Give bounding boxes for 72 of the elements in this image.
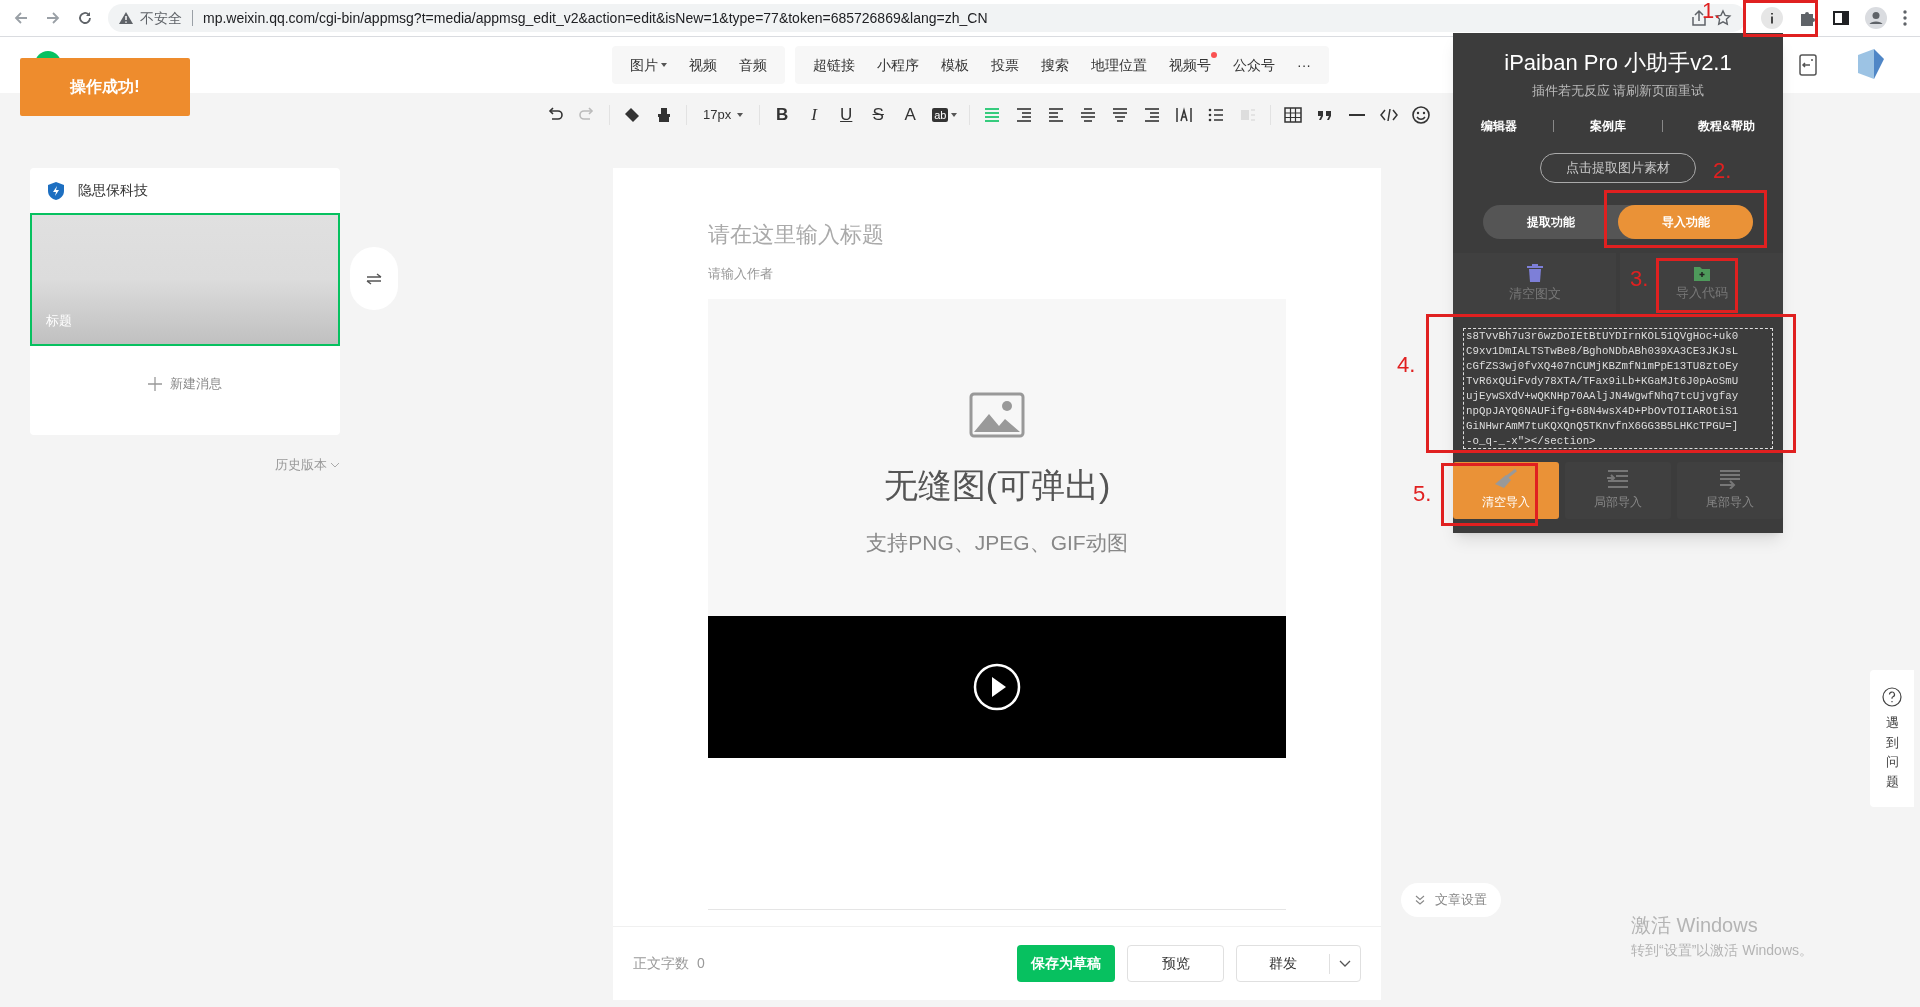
folder-icon <box>1693 265 1710 282</box>
annotation-label: 3. <box>1630 268 1649 290</box>
broom-icon <box>1494 469 1518 489</box>
chevron-down-icon <box>1339 960 1351 967</box>
word-count: 0 <box>697 954 705 973</box>
format-button[interactable]: A <box>900 102 921 128</box>
insert-menu-item[interactable]: 公众号 <box>1223 46 1285 84</box>
windows-activation-text: 转到“设置”以激活 Windows。 <box>1631 941 1813 960</box>
chevron-down-icon <box>330 461 340 468</box>
profile-icon[interactable] <box>1864 6 1888 30</box>
annotation-label: 2. <box>1713 160 1732 182</box>
word-count-label: 正文字数 <box>633 954 689 973</box>
help-tab[interactable]: 遇到问题 <box>1870 670 1914 807</box>
insert-menu-item[interactable]: 图片 <box>620 46 677 84</box>
url-text: mp.weixin.qq.com/cgi-bin/appmsg?t=media/appmsg_edit_v2&action=edit&isNew=1&type=77&token=685726869&lang=zh_CN <box>203 8 988 28</box>
reload-icon[interactable] <box>76 9 94 27</box>
sidebar-icon[interactable] <box>1832 9 1850 27</box>
help-icon <box>1882 687 1902 707</box>
insert-middle-icon <box>1606 469 1630 489</box>
format-button[interactable]: B <box>772 102 793 128</box>
insert-menu-item[interactable]: 超链接 <box>803 46 865 84</box>
account-logo-icon[interactable] <box>1856 47 1886 81</box>
format-button[interactable]: S <box>868 102 889 128</box>
plugin-subtitle: 插件若无反应 请刷新页面重试 <box>1530 82 1706 100</box>
trash-icon <box>1526 264 1543 283</box>
new-message-button[interactable]: 新建消息 <box>148 374 222 394</box>
table-icon[interactable] <box>1283 105 1304 125</box>
plus-icon <box>148 376 162 391</box>
success-toast: 操作成功! <box>20 58 190 116</box>
warning-icon <box>118 11 134 25</box>
insert-menu-item[interactable]: 视频 <box>679 46 727 84</box>
dropdown-icon <box>661 63 667 67</box>
shield-icon <box>48 181 64 200</box>
account-name: 隐思保科技 <box>78 181 148 200</box>
emoji-icon[interactable] <box>1411 105 1432 125</box>
annotation-label: 5. <box>1413 483 1432 505</box>
format-button[interactable]: I <box>804 102 825 128</box>
dropdown-icon <box>951 113 958 117</box>
plugin-tab[interactable]: 教程&帮助 <box>1698 116 1756 135</box>
insert-end-icon <box>1718 469 1742 489</box>
annotation-label: 4. <box>1397 354 1416 376</box>
insert-menu-item[interactable]: 音频 <box>729 46 777 84</box>
double-chevron-icon <box>1415 895 1425 905</box>
more-icon[interactable] <box>1902 9 1908 27</box>
plugin-tab[interactable]: 编辑器 <box>1480 116 1517 135</box>
insert-menu-item[interactable]: 模板 <box>931 46 979 84</box>
insert-menu-item[interactable]: 小程序 <box>867 46 929 84</box>
preview-button[interactable]: 预览 <box>1127 945 1224 982</box>
insert-menu-item[interactable]: 视频号 <box>1159 46 1221 84</box>
insert-menu-item[interactable]: ··· <box>1287 46 1321 84</box>
swap-icon <box>366 272 382 285</box>
info-extension-icon[interactable] <box>1760 6 1784 30</box>
format-button[interactable]: U <box>836 102 857 128</box>
letter-spacing-icon[interactable] <box>1174 105 1195 125</box>
insert-menu-item[interactable]: 搜索 <box>1031 46 1079 84</box>
plugin-title: iPaiban Pro 小助手v2.1 <box>1503 49 1733 77</box>
windows-activation-title: 激活 Windows <box>1631 913 1759 938</box>
code-input[interactable]: s8TvvBh7u3r6wzDoIEtBtUYDIrnKOL51QVgHoc+uk0 C9xv1DmIALTSTwBe8/BghoNDbABh039XA3CE3JKJsL cGfZS3wj0fvXQ407nCUMjKBZmfN1mPpE13TU8ztoEy TvR6xQUiFvdy78XTA/TFax9iLb+KGaMJt6J0pAoSmU ujEywSXdV+wQKNHp70AAljJN4WgwfNhq7tcUjvgfay npQpJAYQ6NAUFifg+68N4wsX4D+PbOvTOIIAROtiS1 GiNHwrAmM7tuKQXQnQ5TKnvfnX6GG3B5LHKcTPGU=] -o_q-_-x"></section> <box>1463 327 1773 449</box>
swap-button[interactable] <box>350 247 398 310</box>
mode-toggle-option[interactable]: 提取功能 <box>1483 204 1618 239</box>
image-icon <box>969 392 1025 438</box>
font-size-dropdown[interactable]: 17px <box>699 105 748 125</box>
dropdown-icon <box>737 113 744 117</box>
plugin-tab[interactable]: 案例库 <box>1589 116 1626 135</box>
insert-menu-item[interactable]: 投票 <box>981 46 1029 84</box>
article-settings-button[interactable]: 文章设置 <box>1401 883 1501 917</box>
document-icon[interactable] <box>1798 54 1818 76</box>
security-warning: 不安全 <box>140 8 182 28</box>
image-block-title: 无缝图(可弹出) <box>883 465 1111 506</box>
insert-menu-item[interactable]: 地理位置 <box>1081 46 1157 84</box>
play-icon[interactable] <box>973 663 1021 711</box>
image-block-subtitle: 支持PNG、JPEG、GIF动图 <box>866 530 1128 556</box>
